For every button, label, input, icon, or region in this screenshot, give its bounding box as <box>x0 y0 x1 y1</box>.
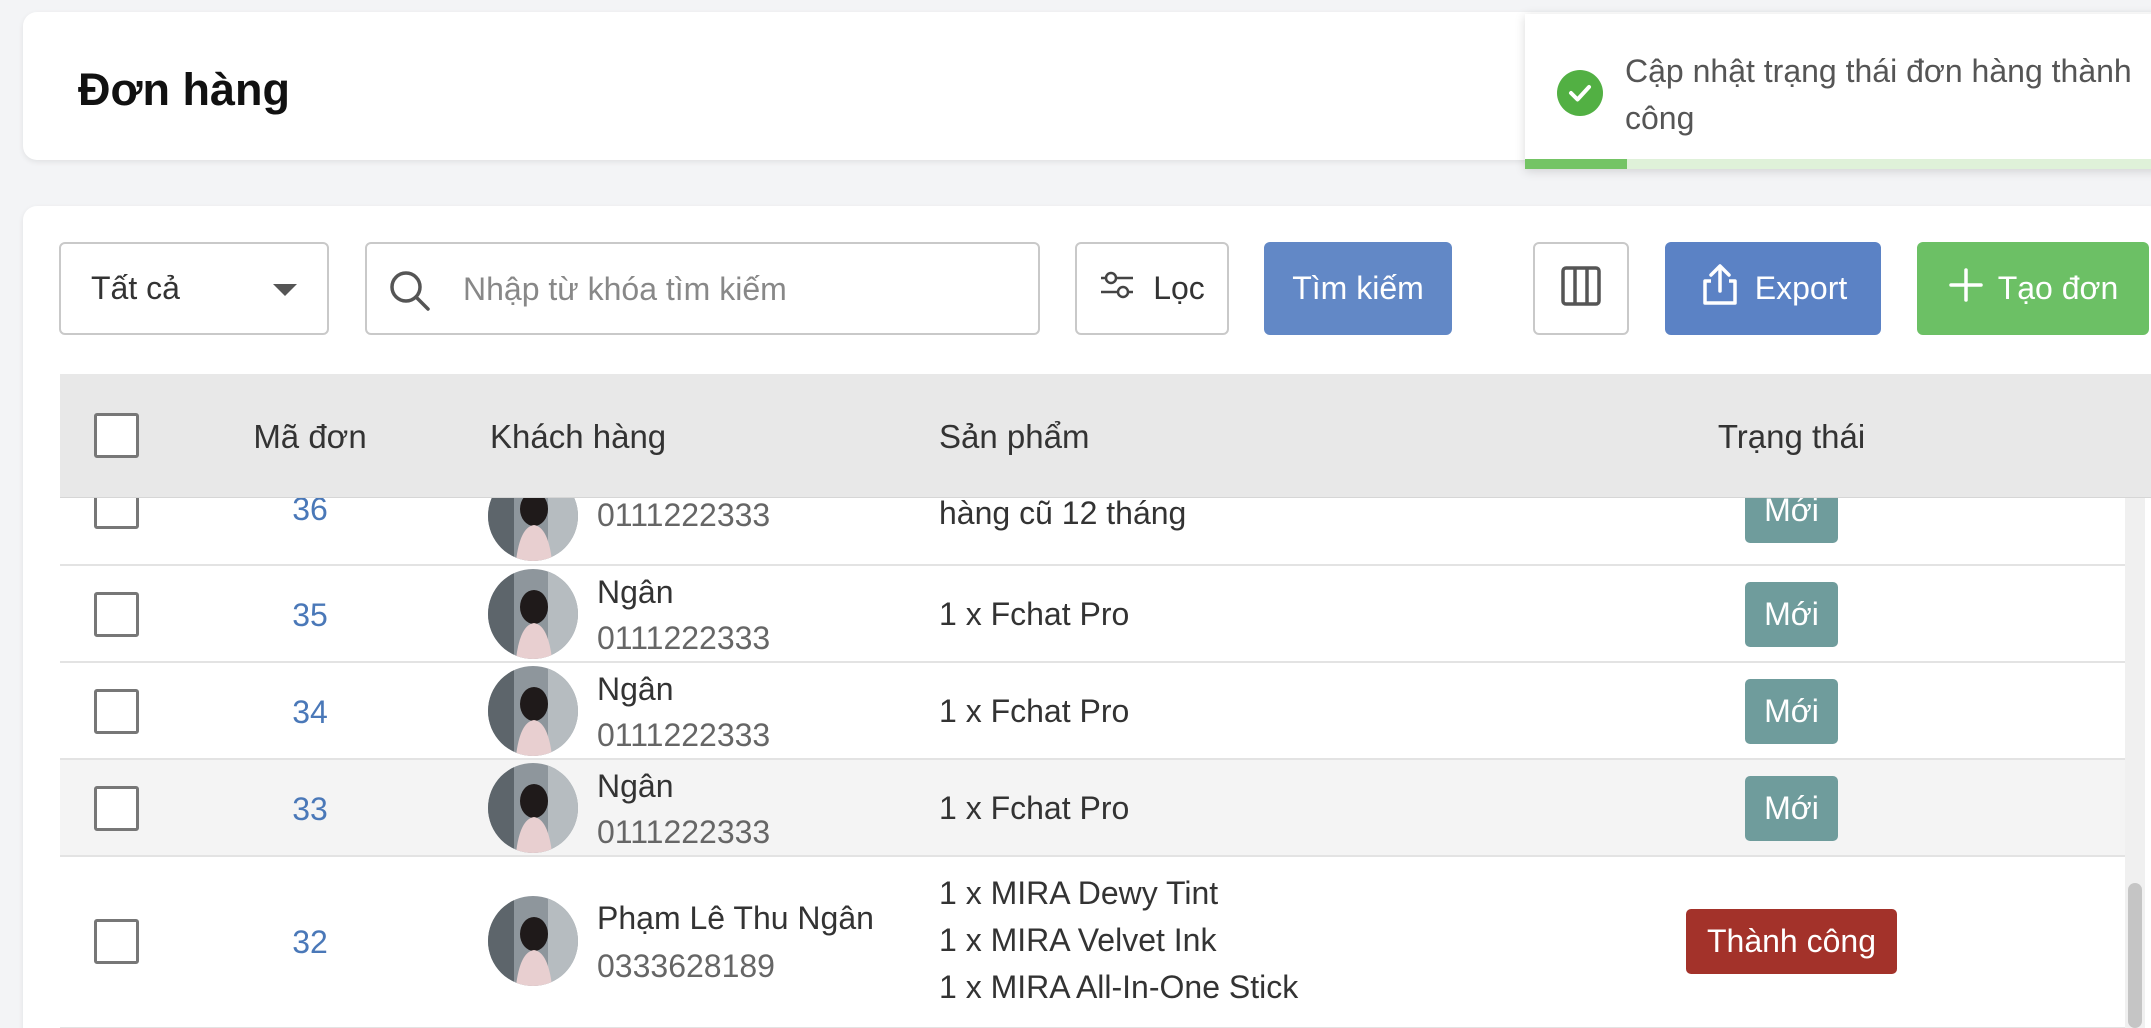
chevron-down-icon <box>273 284 297 296</box>
status-badge[interactable]: Thành công <box>1686 909 1897 974</box>
avatar <box>488 569 578 659</box>
toast-message: Cập nhật trạng thái đơn hàng thành công <box>1625 53 2132 136</box>
search-input[interactable] <box>463 262 1023 317</box>
avatar <box>488 896 578 986</box>
row-checkbox[interactable] <box>94 689 139 734</box>
product-line: 1 x Fchat Pro <box>939 790 1130 826</box>
table-row[interactable]: 34 Ngân 0111222333 1 x Fchat Pro Mới <box>60 663 2127 760</box>
status-badge[interactable]: Mới <box>1745 679 1838 744</box>
order-id-link[interactable]: 33 <box>250 791 370 828</box>
upload-icon <box>1699 263 1741 315</box>
toast-progress-bar <box>1525 159 2151 169</box>
success-toast[interactable]: Cập nhật trạng thái đơn hàng thành công <box>1525 14 2151 169</box>
product-line: 1 x MIRA Velvet Ink <box>939 922 1217 958</box>
status-badge[interactable]: Mới <box>1745 776 1838 841</box>
search-button[interactable]: Tìm kiếm <box>1264 242 1452 335</box>
create-order-button[interactable]: Tạo đơn <box>1917 242 2149 335</box>
customer-phone: 0333628189 <box>597 948 775 984</box>
product-line: 1 x MIRA All-In-One Stick <box>939 969 1299 1005</box>
header-order-id: Mã đơn <box>253 418 367 455</box>
plus-icon <box>1948 267 1984 311</box>
order-id-link[interactable]: 32 <box>250 924 370 961</box>
search-icon <box>387 268 433 319</box>
customer-name: Ngân <box>597 574 674 610</box>
customer-phone: 0111222333 <box>597 497 771 533</box>
create-label: Tạo đơn <box>1997 270 2119 306</box>
table-row[interactable]: 33 Ngân 0111222333 1 x Fchat Pro Mới <box>60 760 2127 857</box>
filter-button[interactable]: Lọc <box>1075 242 1229 335</box>
header-customer: Khách hàng <box>490 418 667 455</box>
customer-name: Ngân <box>597 768 674 804</box>
header-status: Trạng thái <box>1717 418 1866 455</box>
header-products: Sản phẩm <box>939 418 1090 455</box>
table-scrollbar-thumb[interactable] <box>2128 883 2142 1028</box>
row-checkbox[interactable] <box>94 919 139 964</box>
product-line: 1 x MIRA Dewy Tint <box>939 875 1219 911</box>
avatar <box>488 666 578 756</box>
orders-panel: Tất cả Lọc Tìm kiếm Export Tạo đơn <box>23 206 2151 1028</box>
columns-icon <box>1560 265 1602 312</box>
page-title: Đơn hàng <box>78 64 290 115</box>
row-checkbox[interactable] <box>94 592 139 637</box>
customer-phone: 0111222333 <box>597 717 771 753</box>
status-badge[interactable]: Mới <box>1745 582 1838 647</box>
table-row[interactable]: 35 Ngân 0111222333 1 x Fchat Pro Mới <box>60 566 2127 663</box>
customer-phone: 0111222333 <box>597 814 771 850</box>
avatar <box>488 763 578 853</box>
status-select-value: Tất cả <box>91 270 180 306</box>
toast-progress-fill <box>1525 159 1628 169</box>
export-label: Export <box>1754 270 1848 306</box>
order-id-link[interactable]: 35 <box>250 597 370 634</box>
order-id-link[interactable]: 34 <box>250 694 370 731</box>
filter-label: Lọc <box>1153 270 1205 306</box>
row-checkbox[interactable] <box>94 786 139 831</box>
status-select[interactable]: Tất cả <box>59 242 329 335</box>
select-all-checkbox[interactable] <box>94 413 139 458</box>
search-box <box>365 242 1040 335</box>
check-circle-icon <box>1557 70 1603 116</box>
product-line: 1 x Fchat Pro <box>939 693 1130 729</box>
export-button[interactable]: Export <box>1665 242 1881 335</box>
table-row[interactable]: 32 Phạm Lê Thu Ngân 0333628189 1 x MIRA … <box>60 857 2127 1028</box>
customer-name: Ngân <box>597 671 674 707</box>
customer-name: Phạm Lê Thu Ngân <box>597 900 874 936</box>
product-line: 1 x Fchat Pro <box>939 596 1130 632</box>
table-header: Mã đơn Khách hàng Sản phẩm Trạng thái <box>60 374 2151 498</box>
sliders-icon <box>1099 269 1135 309</box>
orders-table: Mã đơn Khách hàng Sản phẩm Trạng thái 36… <box>60 374 2151 1028</box>
columns-toggle-button[interactable] <box>1533 242 1629 335</box>
customer-phone: 0111222333 <box>597 620 771 656</box>
